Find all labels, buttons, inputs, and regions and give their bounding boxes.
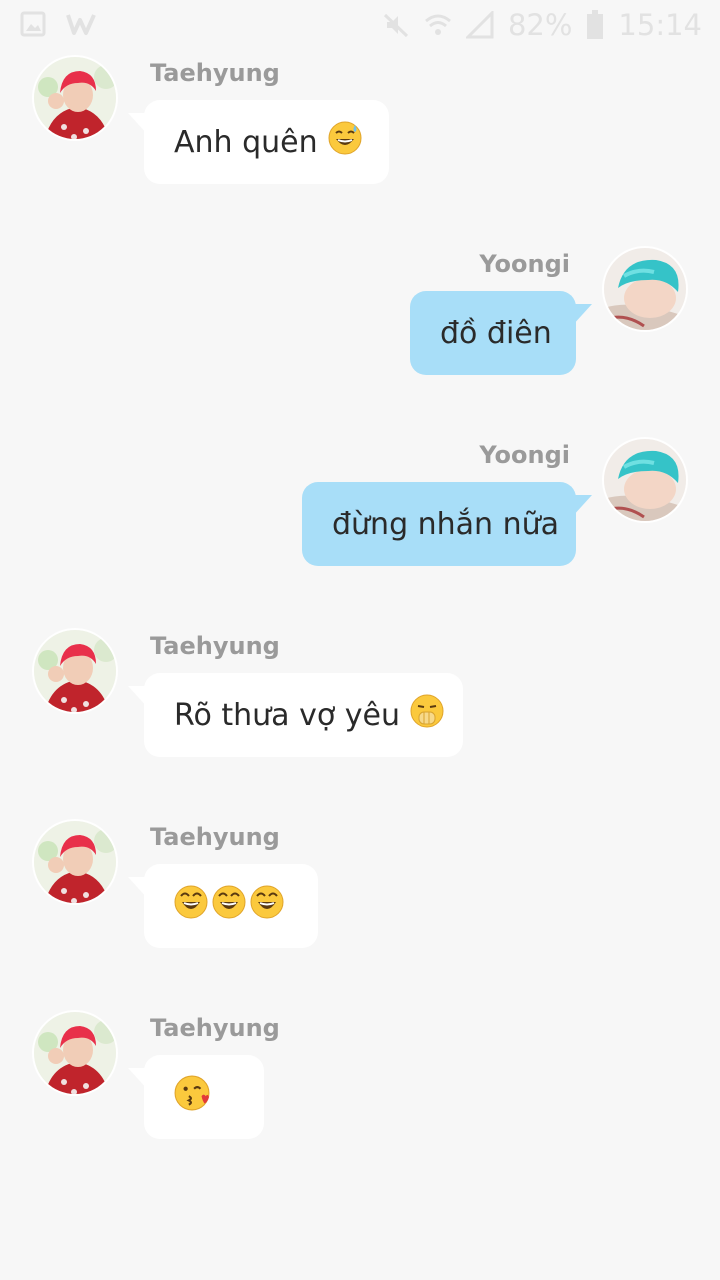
clock: 15:14 [618,8,702,42]
image-icon [20,11,46,37]
avatar[interactable] [32,628,118,714]
wifi-icon [424,11,452,39]
laughing-emoji [212,885,246,927]
sender-name: Yoongi [479,441,570,469]
avatar[interactable] [32,55,118,141]
message-bubble[interactable]: đừng nhắn nữa [302,482,576,566]
message-row: Taehyung [0,1010,720,1150]
message-text: đừng nhắn nữa [332,506,560,542]
app-logo-icon [66,12,96,36]
sender-name: Taehyung [150,1014,280,1042]
kissing-heart-emoji [173,1075,211,1119]
grinning-sweat-emoji [327,121,362,163]
avatar[interactable] [602,437,688,523]
sender-name: Yoongi [479,250,570,278]
laughing-emoji [250,885,284,927]
mute-icon [382,11,410,39]
avatar[interactable] [32,819,118,905]
message-row: Taehyung [0,819,720,959]
avatar[interactable] [32,1010,118,1096]
message-text: Rõ thưa vợ yêu [174,697,400,733]
laughing-emoji [174,885,208,927]
sender-name: Taehyung [150,59,280,87]
avatar[interactable] [602,246,688,332]
message-bubble[interactable] [144,864,318,948]
message-bubble[interactable] [144,1055,264,1139]
message-text: Anh quên [174,124,318,160]
message-bubble[interactable]: đồ điên [410,291,576,375]
battery-icon [586,10,604,40]
signal-icon [465,11,494,39]
battery-percentage: 82% [507,8,573,42]
message-row: Yoongi đồ điên [0,246,720,386]
message-bubble[interactable]: Rõ thưa vợ yêu [144,673,463,757]
status-bar: 82% 15:14 [0,0,720,50]
message-row: Taehyung Anh quên [0,55,720,195]
message-bubble[interactable]: Anh quên [144,100,389,184]
sender-name: Taehyung [150,823,280,851]
sender-name: Taehyung [150,632,280,660]
message-text: đồ điên [440,315,552,351]
covering-mouth-emoji [409,694,444,736]
message-row: Taehyung Rõ thưa vợ yêu [0,628,720,768]
message-row: Yoongi đừng nhắn nữa [0,437,720,577]
